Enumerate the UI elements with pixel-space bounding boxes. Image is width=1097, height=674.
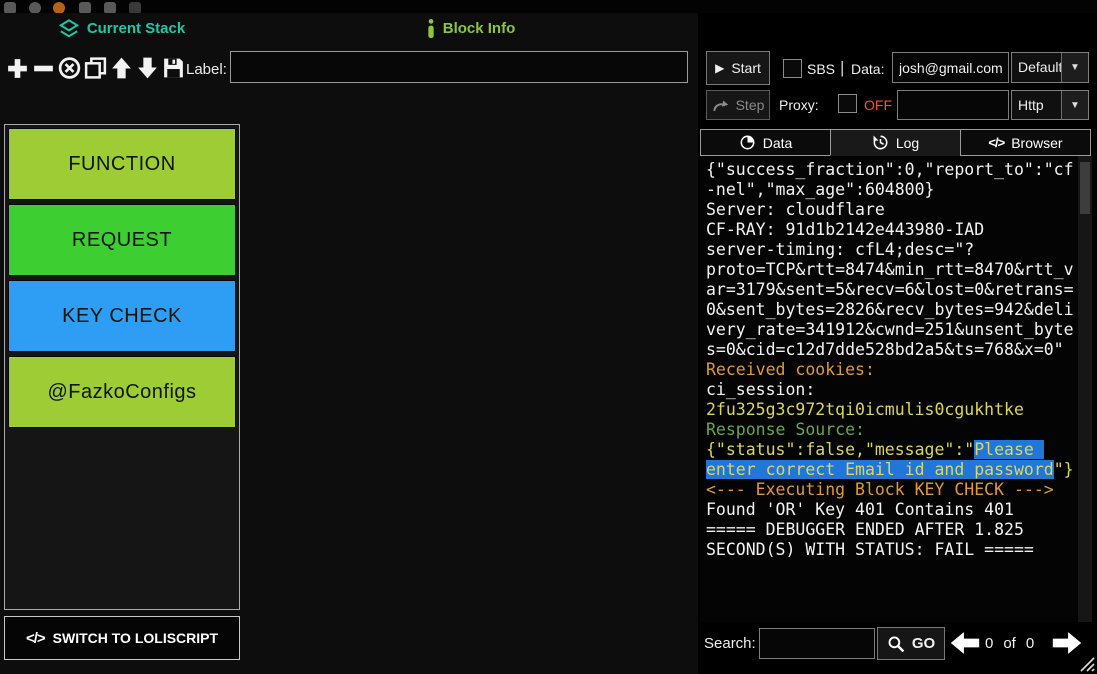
stack-list: FUNCTIONREQUESTKEY CHECK@FazkoConfigs — [4, 124, 240, 610]
switch-button-label: SWITCH TO LOLISCRIPT — [53, 630, 218, 646]
log-line: ci_session: — [706, 380, 1076, 400]
go-button[interactable]: GO — [877, 627, 945, 660]
code-icon: </> — [26, 630, 45, 647]
data-label: Data: — [851, 61, 884, 77]
go-button-label: GO — [912, 635, 935, 652]
save-icon[interactable] — [161, 53, 186, 83]
log-line: 2fu325g3c972tqi0icmulis0cgukhtke — [706, 400, 1076, 420]
stack-block--fazkoconfigs[interactable]: @FazkoConfigs — [8, 356, 236, 428]
scrollbar-thumb[interactable] — [1080, 162, 1090, 214]
proxy-checkbox[interactable] — [838, 94, 857, 113]
pie-chart-icon — [739, 134, 756, 151]
match-counter: 0 of 0 — [985, 635, 1034, 652]
block-label-input[interactable] — [230, 51, 688, 83]
clone-icon[interactable] — [83, 53, 108, 83]
step-arrow-icon — [712, 98, 729, 113]
log-line: Response Source: — [706, 420, 1076, 440]
tab-log[interactable]: Log — [830, 129, 961, 156]
delete-icon[interactable] — [57, 53, 82, 83]
start-button[interactable]: ▶ Start — [706, 51, 770, 85]
log-output[interactable]: {"success_fraction":0,"report_to":"cf-ne… — [700, 156, 1078, 622]
info-icon — [427, 19, 435, 38]
play-icon: ▶ — [715, 61, 724, 75]
add-icon[interactable] — [5, 53, 30, 83]
tab-data[interactable]: Data — [700, 129, 831, 156]
next-match-icon[interactable] — [1052, 631, 1082, 655]
current-stack-title: Current Stack — [87, 20, 185, 37]
block-info-header: Block Info — [244, 17, 698, 39]
proxy-status-badge: OFF — [864, 97, 892, 113]
proxy-input[interactable] — [897, 90, 1009, 120]
data-input[interactable] — [892, 52, 1009, 83]
log-line: Found 'OR' Key 401 Contains 401 — [706, 500, 1076, 520]
search-icon — [887, 635, 905, 653]
log-line: Received cookies: — [706, 360, 1076, 380]
wordlist-type-value: Default — [1012, 53, 1061, 82]
separator-bar: | — [840, 58, 844, 78]
app-logo-icon — [53, 2, 65, 13]
openbullet-window: Current Stack Block Info Debugger — [0, 0, 1097, 674]
sbs-label: SBS — [807, 61, 835, 77]
tab-browser[interactable]: </> Browser — [960, 129, 1091, 156]
titlebar-icon — [129, 2, 141, 13]
step-button[interactable]: Step — [706, 90, 770, 120]
log-line: CF-RAY: 91d1b2142e443980-IAD — [706, 220, 1076, 240]
log-line: ===== DEBUGGER ENDED AFTER 1.825 SECOND(… — [706, 520, 1076, 560]
stack-block-function[interactable]: FUNCTION — [8, 128, 236, 200]
previous-match-icon[interactable] — [950, 631, 980, 655]
log-scrollbar[interactable] — [1078, 156, 1092, 622]
stack-block-key-check[interactable]: KEY CHECK — [8, 280, 236, 352]
chevron-down-icon: ▼ — [1061, 53, 1088, 82]
tab-data-label: Data — [763, 135, 793, 151]
titlebar-icon — [104, 2, 116, 13]
titlebar-icon — [79, 2, 91, 13]
tab-log-label: Log — [896, 135, 919, 151]
proxy-type-dropdown[interactable]: Http ▼ — [1011, 90, 1089, 120]
titlebar — [0, 0, 1097, 13]
proxy-type-value: Http — [1012, 91, 1061, 119]
resize-grip[interactable] — [1080, 657, 1095, 672]
log-line: {"status":false,"message":"Please enter … — [706, 440, 1076, 480]
stack-layers-icon — [59, 19, 79, 38]
sbs-checkbox[interactable] — [783, 59, 802, 78]
log-line: <--- Executing Block KEY CHECK ---> — [706, 480, 1076, 500]
move-down-icon[interactable] — [135, 53, 160, 83]
log-line: server-timing: cfL4;desc="?proto=TCP&rtt… — [706, 240, 1076, 360]
search-label: Search: — [704, 635, 756, 652]
history-icon — [872, 134, 889, 151]
search-input[interactable] — [759, 628, 875, 659]
switch-to-loliscript-button[interactable]: </> SWITCH TO LOLISCRIPT — [4, 616, 240, 660]
proxy-label: Proxy: — [779, 97, 819, 113]
remove-icon[interactable] — [31, 53, 56, 83]
debugger-tabs: Data Log </> Browser — [700, 129, 1090, 156]
current-stack-header: Current Stack — [0, 17, 244, 39]
stack-block-request[interactable]: REQUEST — [8, 204, 236, 276]
label-caption: Label: — [186, 61, 227, 78]
log-line: Server: cloudflare — [706, 200, 1076, 220]
match-total: 0 — [1026, 635, 1034, 652]
code-icon: </> — [988, 135, 1004, 150]
titlebar-icon — [4, 2, 16, 13]
step-button-label: Step — [736, 97, 765, 113]
match-of-label: of — [1003, 635, 1016, 652]
block-info-title: Block Info — [443, 20, 516, 37]
match-current: 0 — [985, 635, 993, 652]
stack-toolbar — [5, 50, 186, 86]
wordlist-type-dropdown[interactable]: Default ▼ — [1011, 52, 1089, 83]
log-line: {"success_fraction":0,"report_to":"cf-ne… — [706, 160, 1076, 200]
titlebar-icon — [29, 2, 41, 13]
chevron-down-icon: ▼ — [1061, 91, 1088, 119]
tab-browser-label: Browser — [1011, 135, 1062, 151]
move-up-icon[interactable] — [109, 53, 134, 83]
start-button-label: Start — [731, 60, 761, 76]
